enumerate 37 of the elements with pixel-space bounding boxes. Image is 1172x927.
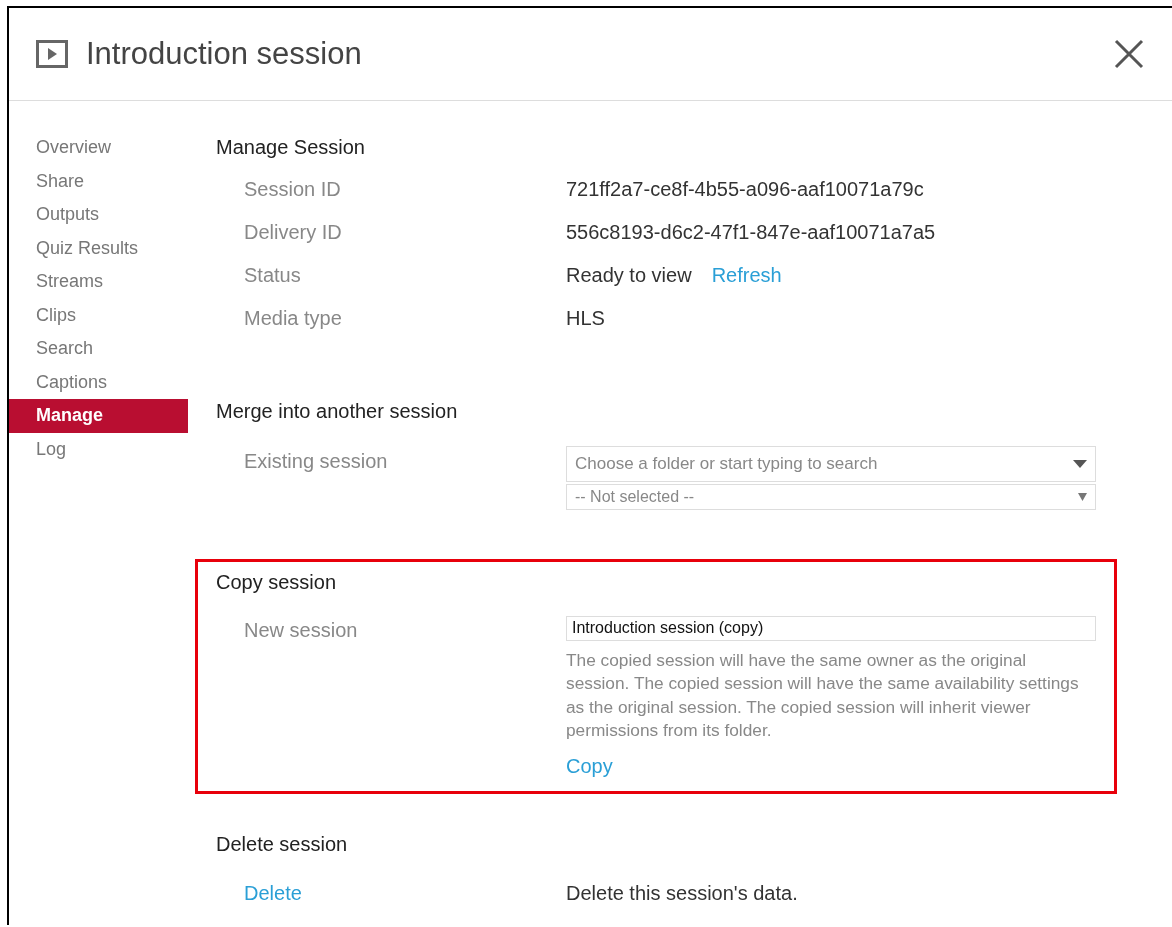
- sidebar-item[interactable]: Search: [9, 332, 188, 366]
- help-text: The copied session will have the same owner as the original session. The copied session will have the same availability settings as the original session. The copied session will inherit viewer permissions from its folder.: [566, 648, 1080, 742]
- field-label: Status: [244, 263, 302, 288]
- sidebar-item[interactable]: Captions: [9, 365, 188, 399]
- sidebar-item[interactable]: Streams: [9, 265, 188, 299]
- sidebar-item[interactable]: Overview: [9, 131, 188, 165]
- field-label: New session: [244, 617, 359, 643]
- section-heading: Copy session: [216, 569, 338, 595]
- field-value: HLS: [566, 306, 605, 331]
- sidebar-item[interactable]: Clips: [9, 298, 188, 332]
- sidebar-item[interactable]: Manage: [9, 399, 188, 433]
- field-label: Delivery ID: [244, 220, 343, 245]
- section-heading: Manage Session: [216, 135, 366, 160]
- dropdown-arrow-icon: [1078, 492, 1087, 501]
- sidebar-item[interactable]: Log: [9, 432, 188, 466]
- field-label: Session ID: [244, 177, 342, 202]
- session-dropdown[interactable]: -- Not selected --: [566, 483, 1096, 510]
- refresh-link[interactable]: Refresh: [711, 260, 782, 303]
- copy-link[interactable]: Copy: [566, 754, 613, 777]
- close-icon[interactable]: [1114, 39, 1144, 69]
- field-value: Ready to view: [566, 263, 692, 288]
- dropdown-arrow-icon: [1073, 459, 1087, 468]
- sidebar-item[interactable]: Share: [9, 164, 188, 198]
- sidebar-item[interactable]: Quiz Results: [9, 231, 188, 265]
- field-label: Media type: [244, 306, 343, 331]
- section-heading: Merge into another session: [216, 398, 459, 424]
- delete-link[interactable]: Delete: [244, 881, 302, 904]
- field-label: Existing session: [244, 448, 389, 474]
- field-value: 721ff2a7-ce8f-4b55-a096-aaf10071a79c: [566, 177, 924, 202]
- description-text: Delete this session's data.: [566, 880, 798, 906]
- folder-search-field[interactable]: Choose a folder or start typing to search: [566, 445, 1096, 482]
- play-icon: [36, 40, 68, 68]
- sidebar-item[interactable]: Outputs: [9, 198, 188, 232]
- field-value: 556c8193-d6c2-47f1-847e-aaf10071a7a5: [566, 220, 936, 245]
- window-title: Introduction session: [86, 36, 363, 72]
- section-heading: Delete session: [216, 831, 349, 857]
- session-name-field[interactable]: Introduction session (copy): [566, 615, 1096, 641]
